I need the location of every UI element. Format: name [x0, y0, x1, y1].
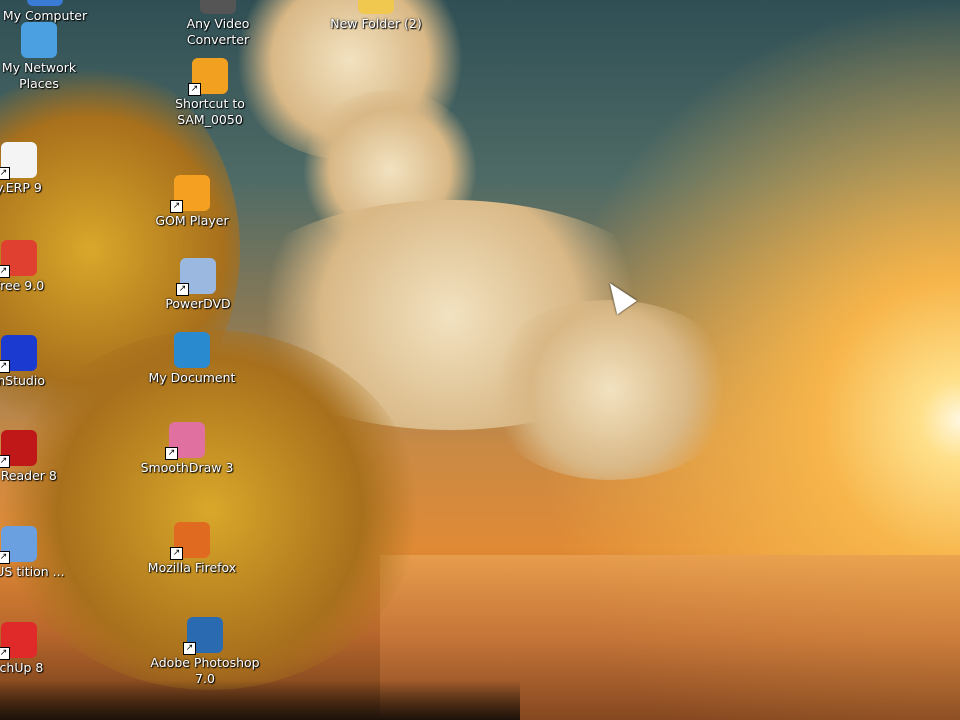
desktop-icon[interactable]: ↗ SmoothDraw 3	[132, 422, 242, 476]
desktop-icon-label: Any Video Converter	[186, 16, 250, 47]
adobe-reader-icon: ↗	[0, 430, 37, 468]
computer-icon	[27, 0, 63, 6]
shortcut-arrow-icon: ↗	[0, 647, 10, 660]
shortcut-arrow-icon: ↗	[170, 200, 183, 213]
desktop-icon-label: mStudio	[0, 373, 45, 388]
desktop-icon-label: My Network Places	[1, 60, 77, 91]
shortcut-arrow-icon: ↗	[0, 551, 10, 564]
desktop-icon-label: Shortcut to SAM_0050	[175, 96, 245, 127]
shortcut-arrow-icon: ↗	[170, 547, 183, 560]
desktop-icon[interactable]: Any Video Converter	[163, 0, 273, 48]
desktop-icon[interactable]: ↗be Reader 8	[0, 430, 74, 484]
desktop-icon[interactable]: ↗ Shortcut to SAM_0050	[155, 58, 265, 128]
network-places-icon	[21, 22, 57, 58]
desktop-icon-label: Adobe Photoshop 7.0	[150, 655, 260, 686]
desktop-icon[interactable]: My Computer	[0, 0, 100, 24]
gom-player-icon: ↗	[170, 175, 210, 213]
desktop-icon[interactable]: ↗Free 9.0	[0, 240, 74, 294]
desktop-icon[interactable]: ↗tchUp 8	[0, 622, 74, 676]
shortcut-arrow-icon: ↗	[0, 455, 10, 468]
desktop-icon[interactable]: ↗aseUS tition ...	[0, 526, 74, 580]
desktop-icon-label: PowerDVD	[165, 296, 231, 311]
desktop-icon[interactable]: My Network Places	[0, 22, 94, 92]
shortcut-arrow-icon: ↗	[183, 642, 196, 655]
powerdvd-icon: ↗	[176, 258, 216, 296]
desktop-icon-label: SmoothDraw 3	[140, 460, 234, 475]
desktop-icon[interactable]: ↗ y.ERP 9	[0, 142, 74, 196]
any-video-converter-icon	[200, 0, 236, 14]
desktop-icon-label: be Reader 8	[0, 468, 57, 483]
folder-icon	[358, 0, 394, 14]
shortcut-arrow-icon: ↗	[0, 360, 10, 373]
desktop-icon-label: tchUp 8	[0, 660, 44, 675]
desktop-icon-label: Mozilla Firefox	[147, 560, 237, 575]
easeus-partition-icon: ↗	[0, 526, 37, 564]
desktop-icon[interactable]: ↗ PowerDVD	[143, 258, 253, 312]
shortcut-arrow-icon: ↗	[188, 83, 201, 96]
desktop-icon[interactable]: ↗ Mozilla Firefox	[137, 522, 247, 576]
shortcut-arrow-icon: ↗	[165, 447, 178, 460]
desktop-icon[interactable]: My Document	[137, 332, 247, 386]
firefox-icon: ↗	[170, 522, 210, 560]
avi-file-icon: ↗	[188, 58, 228, 96]
tally-erp-icon: ↗	[0, 142, 37, 180]
desktop-icon[interactable]: ↗mStudio	[0, 335, 74, 389]
desktop-icon-label: My Document	[148, 370, 236, 385]
desktop-icon-label: GOM Player	[155, 213, 229, 228]
desktop-icon[interactable]: New Folder (2)	[321, 0, 431, 32]
internet-explorer-icon	[174, 332, 210, 368]
smoothdraw-icon: ↗	[165, 422, 205, 460]
photoshop-icon: ↗	[183, 617, 223, 655]
shortcut-arrow-icon: ↗	[0, 265, 10, 278]
desktop-icon[interactable]: ↗ Adobe Photoshop 7.0	[150, 617, 260, 687]
camstudio-icon: ↗	[0, 335, 37, 373]
desktop-icon-label: y.ERP 9	[0, 180, 42, 195]
desktop-icon-label: aseUS tition ...	[0, 564, 65, 579]
desktop-icon[interactable]: ↗ GOM Player	[137, 175, 247, 229]
desktop-icon-label: Free 9.0	[0, 278, 45, 293]
sketchup-icon: ↗	[0, 622, 37, 660]
shortcut-arrow-icon: ↗	[176, 283, 189, 296]
shortcut-arrow-icon: ↗	[0, 167, 10, 180]
desktop-icon-label: New Folder (2)	[330, 16, 422, 31]
avg-free-icon: ↗	[0, 240, 37, 278]
